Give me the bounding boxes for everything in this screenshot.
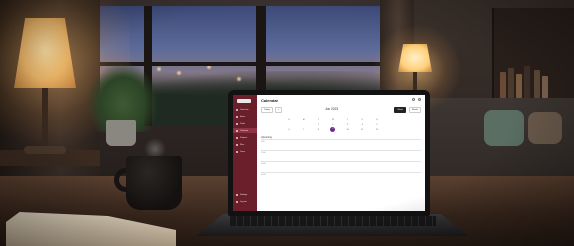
nav-icon [236, 108, 238, 111]
today-day-cell[interactable]: 9 [330, 127, 336, 132]
cozy-room-scene: Overview Inbox Tasks Calendar Projects F… [0, 0, 574, 246]
search-icon[interactable] [412, 98, 415, 101]
nav-icon [236, 150, 238, 153]
floor-lamp-shade [398, 44, 432, 72]
laptop-keyboard [230, 216, 436, 226]
sidebar-item-logout[interactable]: Log out [236, 199, 257, 204]
event-slot[interactable]: 9:00 [261, 139, 421, 150]
weekday-label: M [302, 118, 305, 121]
nav-icon [236, 143, 238, 146]
table-lamp-stand [42, 88, 48, 150]
shelf-book [534, 70, 540, 98]
view-switcher: Week Month [394, 107, 421, 113]
sidebar-item-label: Projects [240, 136, 248, 139]
weekday-label: T [317, 118, 319, 121]
sidebar-item-label: Calendar [240, 129, 249, 132]
brown-cushion [528, 112, 562, 144]
sidebar-item-settings[interactable]: Settings [236, 192, 257, 197]
week-view-button[interactable]: Week [394, 107, 406, 113]
laptop-screen: Overview Inbox Tasks Calendar Projects F… [228, 90, 430, 216]
prev-button[interactable]: < [274, 107, 283, 113]
day-cell[interactable]: 11 [358, 129, 366, 131]
nav-icon [236, 115, 238, 118]
weekday-label: F [361, 118, 363, 121]
month-view-button[interactable]: Month [408, 107, 421, 113]
event-slot[interactable]: 11:00 [261, 150, 421, 161]
day-cell[interactable]: 3 [344, 124, 352, 126]
sidebar-item-label: Tasks [240, 122, 246, 125]
sidebar-item-tasks[interactable]: Tasks [236, 121, 257, 126]
shelf-book [516, 74, 522, 98]
sidebar-item-label: Settings [240, 193, 248, 196]
city-light [236, 76, 242, 82]
calendar-app: Overview Inbox Tasks Calendar Projects F… [233, 95, 425, 211]
coffee-mug [126, 156, 182, 210]
plant-pot [106, 120, 136, 146]
event-slot[interactable]: 13:00 [261, 161, 421, 172]
logout-icon [236, 200, 238, 203]
sidebar-item-label: Inbox [240, 115, 245, 118]
city-light [176, 70, 182, 76]
sidebar-item-inbox[interactable]: Inbox [236, 114, 257, 119]
event-slot[interactable]: 15:00 [261, 172, 421, 183]
table-lamp-base [24, 146, 66, 154]
nav-icon [236, 122, 238, 125]
sidebar-item-projects[interactable]: Projects [236, 135, 257, 140]
sidebar-item-label: Log out [240, 200, 247, 203]
nav-icon [236, 129, 238, 132]
app-main: Calendar Today < Jun 2023 Week Month S M… [257, 95, 425, 211]
teal-cushion [484, 110, 524, 146]
sidebar-item-calendar[interactable]: Calendar [233, 128, 257, 133]
day-cell[interactable]: 12 [373, 129, 381, 131]
day-cell[interactable]: 7 [300, 129, 308, 131]
settings-icon[interactable] [418, 98, 421, 101]
day-cell[interactable]: 6 [285, 129, 293, 131]
page-title: Calendar [261, 98, 279, 103]
weekday-label: S [288, 118, 290, 121]
sidebar-item-label: Team [240, 150, 245, 153]
day-cell[interactable]: 8 [314, 129, 322, 131]
week-row: 6 7 8 9 10 11 12 [285, 127, 381, 132]
app-sidebar: Overview Inbox Tasks Calendar Projects F… [233, 95, 257, 211]
shelf-book [500, 72, 506, 98]
weekday-label: W [332, 118, 334, 121]
weekday-label: T [347, 118, 349, 121]
day-cell[interactable]: 5 [373, 124, 381, 126]
calendar-toolbar: Today < Jun 2023 Week Month [261, 107, 421, 113]
bookshelf [492, 8, 574, 98]
shelf-book [508, 68, 514, 98]
sidebar-item-overview[interactable]: Overview [236, 107, 257, 112]
app-logo [237, 99, 251, 103]
gear-icon [236, 193, 238, 196]
sidebar-item-label: Files [240, 143, 245, 146]
header-actions [412, 98, 421, 101]
mini-calendar: S M T W T F S 1 2 3 4 5 6 7 8 9 10 11 12 [285, 117, 381, 132]
day-cell[interactable]: 10 [344, 129, 352, 131]
shelf-book [542, 76, 548, 98]
shelf-book [524, 66, 530, 98]
month-label: Jun 2023 [325, 107, 339, 111]
day-cell[interactable]: 4 [358, 124, 366, 126]
weekday-label: S [376, 118, 378, 121]
sidebar-item-label: Overview [240, 108, 249, 111]
sidebar-item-team[interactable]: Team [236, 149, 257, 154]
nav-icon [236, 136, 238, 139]
sidebar-item-files[interactable]: Files [236, 142, 257, 147]
day-cell[interactable]: 2 [329, 124, 337, 126]
day-cell[interactable]: 1 [314, 124, 322, 126]
today-button[interactable]: Today [261, 107, 273, 113]
